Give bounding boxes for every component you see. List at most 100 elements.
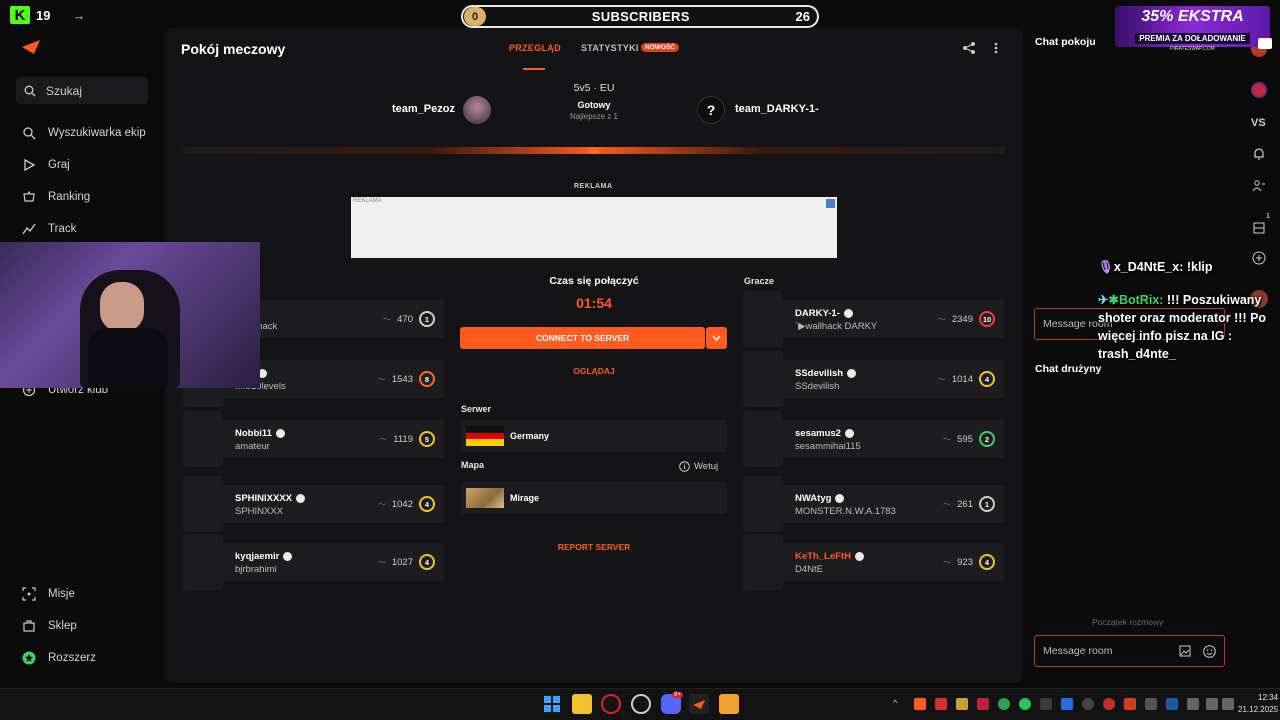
tray-icon-11[interactable] (1124, 698, 1136, 710)
tab-overview[interactable]: PRZEGLĄD (509, 43, 561, 53)
player-elo: 〜 1119 5 (379, 431, 435, 447)
tray-icon-6[interactable] (1019, 698, 1031, 710)
obs-icon[interactable] (631, 694, 651, 714)
skill-level-badge: 8 (419, 371, 435, 387)
player-card[interactable]: Nobbi11 amateur 〜 1119 5 (183, 420, 445, 458)
elo-trend-icon: 〜 (943, 499, 952, 509)
player-card[interactable]: SSdevilish SSdevilish 〜 1014 4 (743, 360, 1005, 398)
team-left-name[interactable]: team_Pezoz (392, 103, 455, 115)
notifications-icon[interactable] (1252, 147, 1266, 161)
player-subtitle: D4NtE (795, 564, 823, 575)
connect-dropdown-button[interactable] (706, 327, 727, 349)
player-name[interactable]: KeTh_LeFtH (795, 551, 851, 562)
share-icon[interactable] (962, 41, 976, 55)
player-card[interactable]: NWAtyg MONSTER.N.W.A.1783 〜 261 1 (743, 485, 1005, 523)
search-bar[interactable]: Szukaj (16, 77, 148, 104)
webcam-overlay (0, 242, 260, 388)
sidebar-item-shop[interactable]: Sklep (22, 616, 162, 636)
elo-value: 595 (957, 433, 973, 445)
elo-value: 1014 (951, 373, 973, 385)
bluetooth-icon[interactable] (1061, 698, 1073, 710)
friends-icon[interactable] (1252, 179, 1266, 193)
sidebar-item-track[interactable]: Track (22, 219, 162, 239)
sidebar-item-missions[interactable]: Misje (22, 584, 162, 604)
tab-stats[interactable]: STATYSTYKI (581, 43, 639, 53)
player-card[interactable]: sesamus2 sesammihai115 〜 595 2 (743, 420, 1005, 458)
player-name[interactable]: SSdevilish (795, 368, 843, 379)
skill-level-badge: 5 (419, 431, 435, 447)
windows-start-icon[interactable] (544, 696, 560, 712)
sidebar-item-ranking[interactable]: Ranking (22, 187, 162, 207)
steam-icon[interactable] (1166, 698, 1178, 710)
cs2-icon[interactable] (719, 694, 739, 714)
ad-banner[interactable]: REKLAMA (351, 197, 837, 258)
file-explorer-icon[interactable] (572, 694, 592, 714)
skill-level-badge: 1 (419, 311, 435, 327)
server-label: Serwer (461, 404, 492, 414)
rail-vs-label[interactable]: VS (1251, 117, 1266, 129)
page-title: Pokój meczowy (181, 41, 286, 57)
tray-icon-9[interactable] (1082, 698, 1094, 710)
player-subtitle: bjrbrahimi (235, 564, 277, 575)
match-room-panel (165, 28, 1023, 683)
player-elo: 〜 1042 4 (378, 496, 435, 512)
party-icon[interactable] (1252, 221, 1266, 235)
tray-icon-3[interactable] (956, 698, 968, 710)
emoji-icon[interactable] (1203, 644, 1216, 658)
report-server-button[interactable]: REPORT SERVER (461, 542, 727, 552)
track-icon (22, 223, 36, 235)
volume-icon[interactable] (1222, 698, 1234, 710)
team-right-name[interactable]: team_DARKY-1- (735, 103, 819, 115)
image-icon[interactable] (1179, 645, 1191, 657)
player-elo: 〜 2349 10 (938, 311, 995, 327)
player-name[interactable]: DARKY-1- (795, 308, 840, 319)
rail-chat-icon[interactable] (1258, 38, 1272, 49)
veto-button[interactable]: Wetuj (679, 461, 718, 472)
opera-icon[interactable] (601, 694, 621, 714)
verified-icon (844, 429, 854, 438)
sidebar-item-team-search[interactable]: Wyszukiwarka ekip (22, 123, 162, 143)
ad-info-icon[interactable] (826, 199, 835, 208)
microphone-icon[interactable] (1187, 698, 1199, 710)
network-icon[interactable] (1206, 698, 1218, 710)
connect-to-server-button[interactable]: CONNECT TO SERVER (460, 327, 705, 349)
player-card[interactable]: SPHINIXXXX SPHINXXX 〜 1042 4 (183, 485, 445, 523)
tray-icon-5[interactable] (998, 698, 1010, 710)
player-name[interactable]: Nobbi11 (235, 428, 272, 439)
faceit-taskbar-icon[interactable] (689, 694, 709, 714)
tray-expand-icon[interactable]: ^ (893, 698, 897, 708)
map-row[interactable]: Mirage (461, 482, 727, 514)
elo-value: 923 (957, 556, 973, 568)
rail-record-icon[interactable] (1251, 82, 1267, 98)
veto-label: Wetuj (694, 461, 719, 472)
sidebar-item-extend[interactable]: Rozszerz (22, 648, 162, 668)
verified-icon (854, 552, 864, 561)
system-clock[interactable]: 12:34 21.12.2025 (1238, 692, 1278, 716)
player-name[interactable]: NWAtyg (795, 493, 831, 504)
faceit-logo-icon[interactable] (22, 40, 40, 54)
tray-icon-12[interactable] (1145, 698, 1157, 710)
elo-trend-icon: 〜 (379, 434, 388, 444)
player-card[interactable]: DARKY-1- `▶wallhack DARKY 〜 2349 10 (743, 300, 1005, 338)
tray-icon-2[interactable] (935, 698, 947, 710)
tray-icon-1[interactable] (914, 698, 926, 710)
add-icon[interactable] (1252, 251, 1266, 265)
more-options-icon[interactable] (990, 41, 1002, 55)
tray-icon-10[interactable] (1103, 698, 1115, 710)
team-chat-placeholder: Message room (1043, 645, 1113, 657)
tray-icon-7[interactable] (1040, 698, 1052, 710)
server-row[interactable]: Germany (461, 420, 727, 452)
player-name[interactable]: kyqjaemir (235, 551, 279, 562)
active-tab-indicator (523, 68, 545, 70)
player-name[interactable]: sesamus2 (795, 428, 841, 439)
player-card[interactable]: KeTh_LeFtH D4NtE 〜 923 4 (743, 543, 1005, 581)
watch-button[interactable]: OGLĄDAJ (461, 366, 727, 376)
skill-level-badge: 4 (979, 554, 995, 570)
sidebar-item-play[interactable]: Graj (22, 155, 162, 175)
tray-icon-4[interactable] (977, 698, 989, 710)
player-card[interactable]: kyqjaemir bjrbrahimi 〜 1027 4 (183, 543, 445, 581)
subscribers-bar: 0 SUBSCRIBERS 26 (461, 5, 819, 28)
team-chat-input[interactable]: Message room (1034, 635, 1225, 667)
player-name[interactable]: SPHINIXXXX (235, 493, 292, 504)
elo-value: 1119 (393, 433, 413, 445)
